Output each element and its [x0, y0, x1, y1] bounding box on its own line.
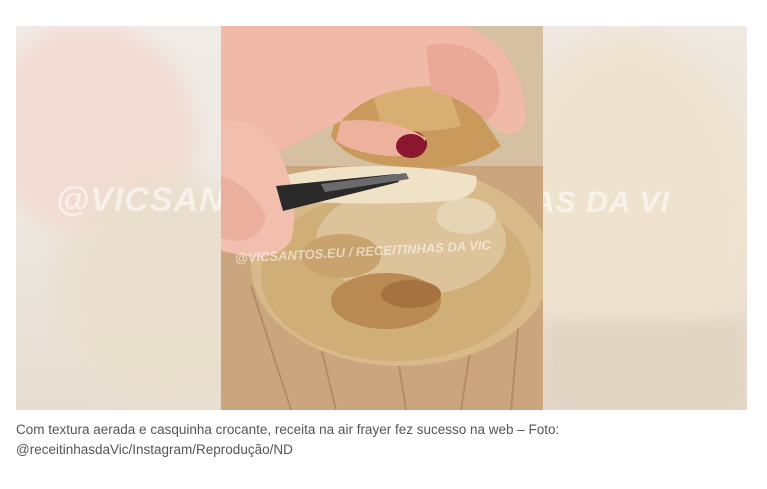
caption-line-1: Com textura aerada e casquinha crocante,…	[16, 422, 560, 437]
article-photo: @VICSANT	[16, 26, 747, 410]
photo-caption: Com textura aerada e casquinha crocante,…	[16, 420, 747, 460]
caption-credit: @receitinhasdaVic/Instagram/Reprodução/N…	[16, 442, 293, 457]
bread-photo: @VICSANTOS.EU / RECEITINHAS DA VIC	[221, 26, 543, 410]
watermark-right: AS DA VI	[543, 186, 670, 219]
blurred-left-panel: @VICSANT	[16, 26, 221, 410]
watermark-left: @VICSANT	[56, 181, 221, 219]
blurred-right-panel: AS DA VI	[543, 26, 747, 410]
